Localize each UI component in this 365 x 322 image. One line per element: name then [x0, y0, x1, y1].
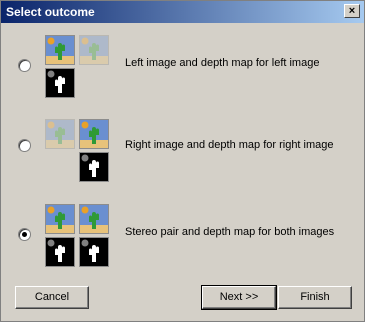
option-right-image[interactable]: Right image and depth map for right imag…	[1, 117, 364, 187]
cactus-depth-map-icon	[45, 68, 75, 98]
cactus-depth-map-icon	[45, 237, 75, 267]
radio-left-image[interactable]	[18, 59, 31, 72]
cactus-image-icon	[45, 204, 75, 234]
option-left-image[interactable]: Left image and depth map for left image	[1, 33, 364, 103]
title-bar: Select outcome ×	[1, 1, 364, 23]
close-button[interactable]: ×	[344, 4, 360, 18]
finish-button[interactable]: Finish	[278, 286, 352, 309]
cactus-image-icon	[79, 204, 109, 234]
option-label-right: Right image and depth map for right imag…	[125, 139, 334, 151]
cactus-depth-map-icon	[79, 152, 109, 182]
next-button[interactable]: Next >>	[201, 285, 277, 310]
option-stereo-pair[interactable]: Stereo pair and depth map for both image…	[1, 202, 364, 272]
dialog-title: Select outcome	[6, 5, 95, 19]
cactus-image-icon	[45, 35, 75, 65]
cactus-image-icon	[79, 35, 109, 65]
option-label-stereo: Stereo pair and depth map for both image…	[125, 226, 335, 238]
cactus-image-icon	[79, 119, 109, 149]
cancel-button[interactable]: Cancel	[15, 286, 89, 309]
radio-right-image[interactable]	[18, 139, 31, 152]
option-label-left: Left image and depth map for left image	[125, 57, 320, 69]
select-outcome-dialog: Select outcome × Left image and depth ma…	[0, 0, 365, 322]
cactus-depth-map-icon	[79, 237, 109, 267]
cactus-image-icon	[45, 119, 75, 149]
radio-stereo-pair[interactable]	[18, 228, 31, 241]
radio-selected-dot	[22, 232, 27, 237]
